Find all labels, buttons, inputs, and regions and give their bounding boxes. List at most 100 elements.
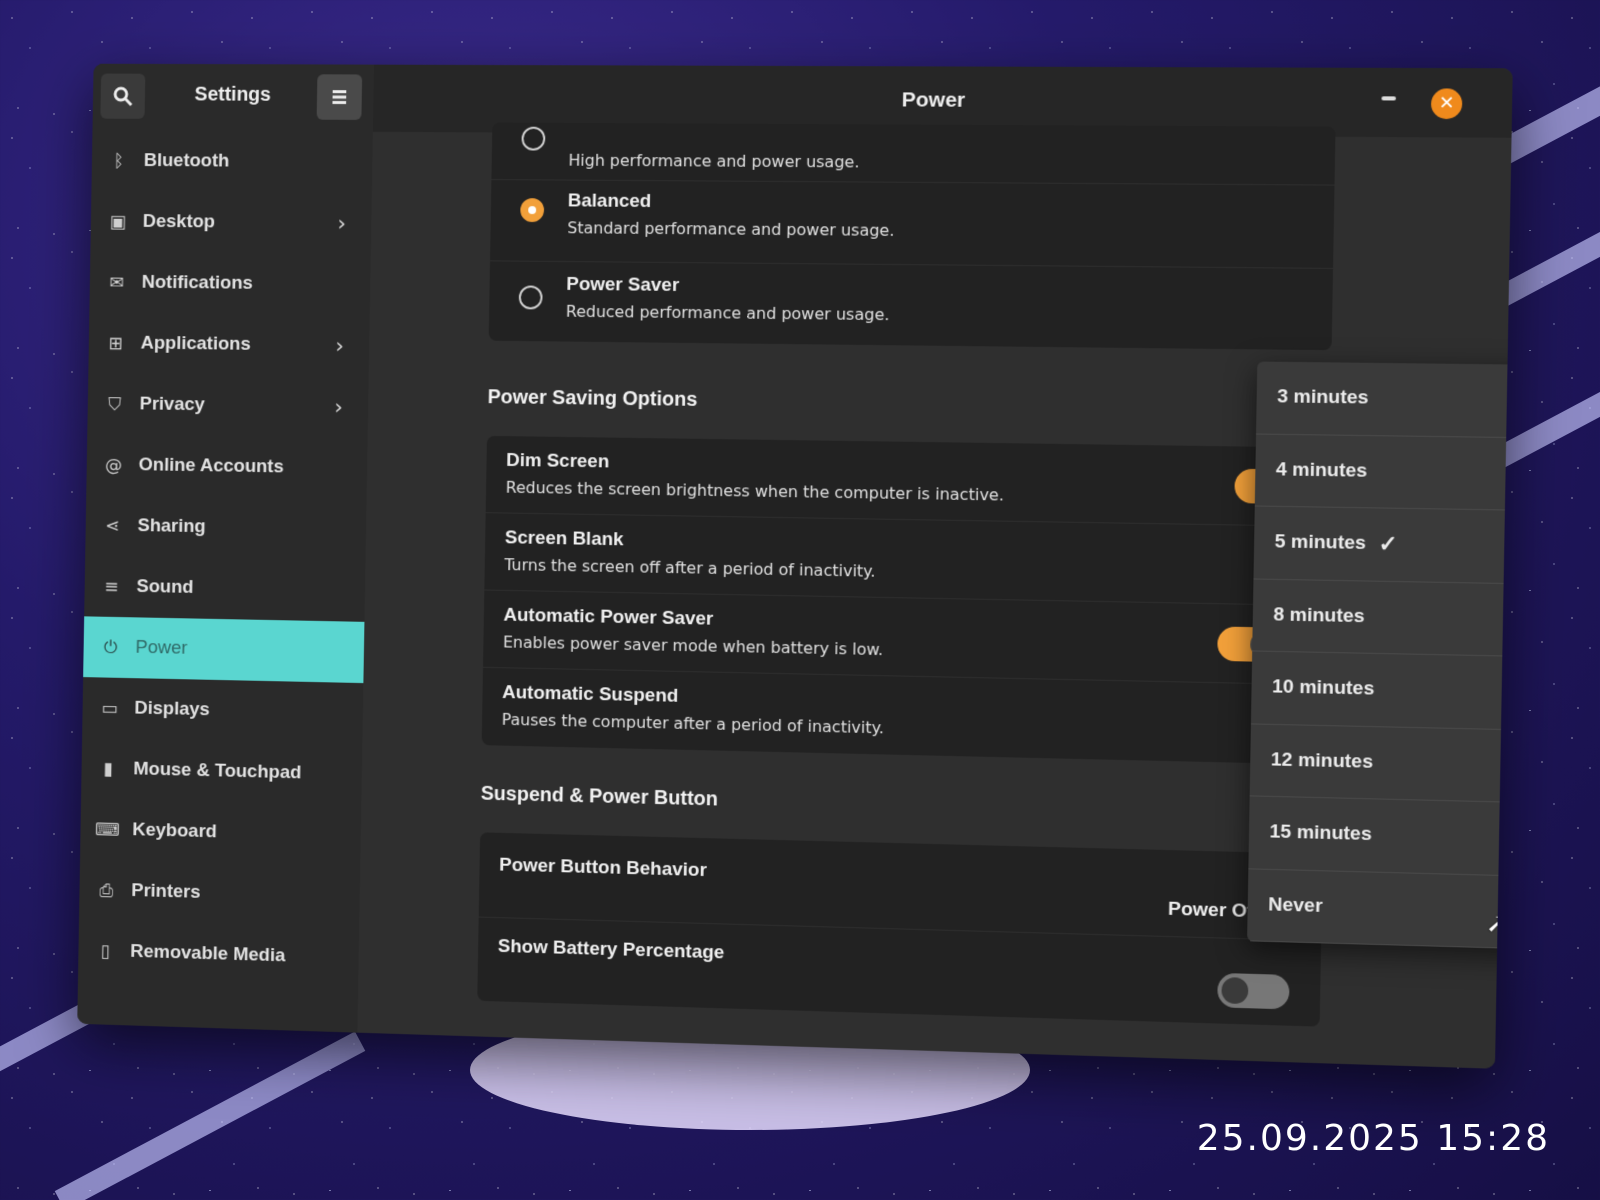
power-mode-title: Power Saver <box>566 273 680 296</box>
shield-icon: ⛉ <box>108 393 122 415</box>
power-mode-saver[interactable]: Power Saver Reduced performance and powe… <box>489 261 1333 350</box>
dim-screen-desc: Reduces the screen brightness when the c… <box>505 477 1005 505</box>
minimize-button[interactable] <box>1381 96 1396 101</box>
popover-option[interactable]: 3 minutes <box>1256 361 1513 439</box>
sidebar-item-label: Mouse & Touchpad <box>133 758 302 784</box>
sidebar-item-desktop[interactable]: ▣ Desktop › <box>90 191 371 254</box>
power-content: High performance and power usage. Balanc… <box>357 122 1513 1069</box>
popover-option-label: 15 minutes <box>1269 821 1372 846</box>
popover-option[interactable]: 4 minutes <box>1254 434 1513 512</box>
popover-option-label: 8 minutes <box>1273 603 1365 627</box>
power-mode-card: High performance and power usage. Balanc… <box>488 122 1336 351</box>
sidebar-item-power[interactable]: ⏻ Power <box>83 616 365 684</box>
section-heading-power-saving: Power Saving Options <box>487 386 698 411</box>
dim-screen-title: Dim Screen <box>506 450 610 473</box>
power-mode-desc: Reduced performance and power usage. <box>565 301 890 325</box>
power-saving-card: Dim Screen Reduces the screen brightness… <box>481 435 1330 765</box>
suspend-card: Power Button Behavior Power Off Show Bat… <box>477 832 1323 1027</box>
bell-icon: ✉ <box>109 272 125 293</box>
sidebar-header: Settings <box>92 63 375 132</box>
search-button[interactable] <box>100 73 146 119</box>
menu-icon <box>332 90 347 105</box>
bluetooth-icon: ᛒ <box>113 150 125 172</box>
screen-blank-desc: Turns the screen off after a period of i… <box>504 555 876 581</box>
mouse-pointer-icon: ➚ <box>1485 905 1511 940</box>
sidebar-item-label: Privacy <box>139 393 205 416</box>
sidebar-item-sharing[interactable]: ⋖ Sharing <box>85 495 366 561</box>
mouse-icon: ▮ <box>103 758 114 780</box>
power-button-label: Power Button Behavior <box>499 854 708 882</box>
dim-screen-row: Dim Screen Reduces the screen brightness… <box>485 435 1330 527</box>
sidebar-item-applications[interactable]: ⊞ Applications › <box>88 313 369 377</box>
sidebar-item-sound[interactable]: ≡ Sound <box>84 556 365 622</box>
sidebar-item-label: Removable Media <box>130 941 286 967</box>
sidebar-item-label: Sound <box>136 576 194 598</box>
sidebar-item-displays[interactable]: ▭ Displays <box>82 677 363 744</box>
monitor-icon: ▣ <box>109 211 127 233</box>
popover-option-label: Never <box>1268 893 1323 917</box>
photo-timestamp: 25.09.2025 15:28 <box>1196 1118 1550 1159</box>
sidebar-item-label: Printers <box>131 880 201 903</box>
radio-performance[interactable] <box>521 126 546 151</box>
printer-icon: ⎙ <box>99 879 114 901</box>
usb-icon: ▯ <box>100 940 111 962</box>
power-icon: ⏻ <box>103 636 118 658</box>
popover-option-label: 4 minutes <box>1275 458 1368 482</box>
sidebar-item-label: Keyboard <box>132 819 218 843</box>
battery-percentage-toggle[interactable] <box>1217 972 1290 1010</box>
sidebar-item-online-accounts[interactable]: @ Online Accounts <box>86 434 367 499</box>
radio-power-saver[interactable] <box>518 285 543 310</box>
power-mode-performance[interactable]: High performance and power usage. <box>491 122 1336 186</box>
power-mode-balanced[interactable]: Balanced Standard performance and power … <box>490 180 1335 269</box>
sidebar-item-notifications[interactable]: ✉ Notifications <box>89 252 370 316</box>
screen-blank-popover: 3 minutes 4 minutes 5 minutes ✓ 8 minutes 10 … <box>1247 361 1513 951</box>
radio-balanced[interactable] <box>520 198 545 223</box>
sidebar-item-label: Online Accounts <box>138 454 284 478</box>
sidebar-item-label: Sharing <box>137 515 206 538</box>
sidebar: ᛒ Bluetooth ▣ Desktop › ✉ Notifications ⊞ Applic… <box>77 130 373 1033</box>
popover-option[interactable]: 8 minutes <box>1252 578 1513 658</box>
power-button-value: Power Off <box>1167 898 1261 923</box>
popover-option[interactable]: 15 minutes <box>1248 796 1513 877</box>
display-icon: ▭ <box>101 697 118 719</box>
popover-option[interactable]: 12 minutes <box>1249 723 1513 804</box>
battery-percentage-label: Show Battery Percentage <box>497 935 725 964</box>
power-mode-desc: Standard performance and power usage. <box>567 218 895 240</box>
sidebar-item-bluetooth[interactable]: ᛒ Bluetooth <box>91 130 372 193</box>
power-mode-desc: High performance and power usage. <box>568 150 860 172</box>
popover-option-label: 10 minutes <box>1271 676 1375 700</box>
chevron-right-icon: › <box>337 211 347 236</box>
search-icon <box>112 85 134 107</box>
close-icon: ✕ <box>1438 92 1455 114</box>
auto-suspend-row[interactable]: Automatic Suspend Pauses the computer af… <box>482 668 1326 765</box>
sidebar-item-removable-media[interactable]: ▯ Removable Media <box>78 920 359 989</box>
sidebar-item-label: Power <box>135 636 188 659</box>
popover-option-label: 12 minutes <box>1270 748 1374 773</box>
share-icon: ⋖ <box>105 515 121 537</box>
sidebar-item-keyboard[interactable]: ⌨ Keyboard <box>80 799 361 867</box>
popover-option[interactable]: 10 minutes <box>1250 651 1513 731</box>
sidebar-item-privacy[interactable]: ⛉ Privacy › <box>87 373 368 438</box>
wallpaper-stripe <box>54 1031 366 1200</box>
auto-power-saver-title: Automatic Power Saver <box>503 604 714 630</box>
popover-option[interactable]: Never <box>1247 868 1513 951</box>
sidebar-item-label: Notifications <box>141 271 253 294</box>
popover-option[interactable]: 5 minutes ✓ <box>1253 506 1513 585</box>
power-mode-title: Balanced <box>567 190 652 212</box>
section-heading-suspend: Suspend & Power Button <box>480 782 719 811</box>
grid-icon: ⊞ <box>108 332 124 354</box>
sidebar-item-printers[interactable]: ⎙ Printers <box>79 859 360 928</box>
sidebar-item-mouse-touchpad[interactable]: ▮ Mouse & Touchpad <box>81 738 362 806</box>
sidebar-item-label: Displays <box>134 697 210 721</box>
screen-blank-title: Screen Blank <box>504 527 624 551</box>
menu-button[interactable] <box>316 74 363 120</box>
app-title: Settings <box>194 83 272 106</box>
chevron-right-icon: › <box>335 333 345 359</box>
sidebar-item-label: Bluetooth <box>143 150 230 172</box>
auto-suspend-title: Automatic Suspend <box>502 682 679 707</box>
chevron-right-icon: › <box>334 394 344 420</box>
sidebar-item-label: Applications <box>140 332 251 355</box>
settings-window: Settings Power ✕ ᛒ Bluetooth ▣ Desktop › ✉ Not… <box>77 63 1513 1069</box>
sliders-icon: ≡ <box>104 576 119 597</box>
sidebar-item-label: Desktop <box>142 211 216 233</box>
